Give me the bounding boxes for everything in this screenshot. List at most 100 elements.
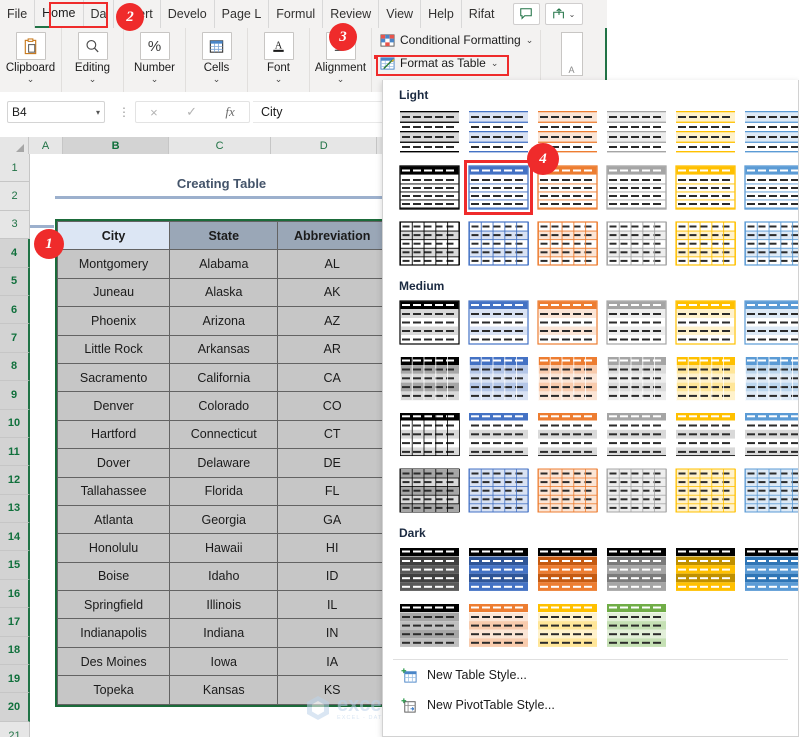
group-number[interactable]: % Number ⌄ [124, 28, 186, 92]
row-header-17[interactable]: 17 [0, 608, 30, 637]
table-header-cell[interactable]: City [56, 220, 171, 251]
conditional-formatting-button[interactable]: Conditional Formatting ⌄ [378, 30, 538, 50]
table-cell[interactable]: DE [277, 448, 387, 478]
table-cell[interactable]: Hartford [56, 419, 171, 450]
group-cells[interactable]: Cells ⌄ [186, 28, 248, 92]
row-header-6[interactable]: 6 [0, 295, 30, 325]
chevron-down-icon[interactable]: ▾ [96, 108, 100, 117]
table-style-thumbnail[interactable] [537, 299, 598, 346]
table-cell[interactable]: Phoenix [56, 306, 171, 336]
table-cell[interactable]: Colorado [169, 391, 279, 421]
group-clipboard[interactable]: Clipboard ⌄ [0, 28, 62, 92]
column-header-C[interactable]: C [168, 137, 272, 154]
table-cell[interactable]: Hawaii [169, 533, 279, 563]
tab-developer[interactable]: Develo [161, 0, 215, 28]
table-style-thumbnail[interactable] [537, 546, 598, 593]
table-cell[interactable]: Arizona [169, 306, 279, 336]
row-header-9[interactable]: 9 [0, 381, 30, 410]
table-style-thumbnail[interactable] [399, 546, 460, 593]
row-header-7[interactable]: 7 [0, 324, 30, 353]
table-style-thumbnail[interactable] [468, 411, 529, 458]
table-style-thumbnail[interactable] [606, 299, 667, 346]
table-cell[interactable]: Montgomery [56, 249, 171, 279]
table-cell[interactable]: CA [277, 362, 387, 393]
table-cell[interactable]: Alabama [169, 249, 279, 279]
table-style-thumbnail[interactable] [675, 411, 736, 458]
table-style-thumbnail[interactable] [537, 220, 598, 267]
chevron-down-icon[interactable]: ⌄ [89, 75, 97, 84]
table-style-thumbnail[interactable] [537, 467, 598, 514]
sheet-title[interactable]: Creating Table [55, 168, 388, 198]
table-style-thumbnail[interactable] [468, 355, 529, 402]
table-cell[interactable]: CT [277, 419, 387, 450]
cancel-icon[interactable]: × [150, 105, 158, 120]
table-style-thumbnail[interactable] [399, 108, 460, 155]
table-cell[interactable]: Indiana [169, 618, 279, 648]
table-style-thumbnail[interactable] [744, 355, 798, 402]
chevron-down-icon[interactable]: ⌄ [27, 75, 35, 84]
chevron-down-icon[interactable]: ⌄ [213, 75, 221, 84]
table-style-thumbnail[interactable] [606, 467, 667, 514]
select-all-button[interactable] [0, 137, 29, 154]
table-cell[interactable]: Connecticut [169, 419, 279, 450]
table-style-thumbnail[interactable] [537, 411, 598, 458]
row-header-11[interactable]: 11 [0, 437, 30, 467]
group-font[interactable]: A Font ⌄ [248, 28, 310, 92]
table-cell[interactable]: Little Rock [56, 334, 171, 364]
table-cell[interactable]: Georgia [169, 504, 279, 535]
tab-review[interactable]: Review [323, 0, 380, 28]
cells-button[interactable] [201, 32, 232, 60]
tab-view[interactable]: View [379, 0, 422, 28]
table-style-thumbnail[interactable] [468, 467, 529, 514]
font-button[interactable]: A [263, 32, 294, 60]
table-style-thumbnail[interactable] [675, 546, 736, 593]
row-header-1[interactable]: 1 [0, 154, 30, 183]
table-header-cell[interactable]: Abbreviation [277, 220, 387, 251]
table-style-thumbnail[interactable] [606, 220, 667, 267]
row-header-14[interactable]: 14 [0, 523, 30, 552]
row-header-18[interactable]: 18 [0, 636, 30, 666]
table-cell[interactable]: Florida [169, 476, 279, 506]
table-cell[interactable]: Sacramento [56, 362, 171, 393]
table-cell[interactable]: Idaho [169, 561, 279, 592]
row-header-16[interactable]: 16 [0, 579, 30, 609]
row-header-5[interactable]: 5 [0, 267, 30, 296]
table-style-thumbnail[interactable] [399, 299, 460, 346]
tab-page-layout[interactable]: Page L [215, 0, 270, 28]
table-cell[interactable]: AK [277, 277, 387, 308]
table-style-thumbnail[interactable] [468, 220, 529, 267]
table-cell[interactable]: CO [277, 391, 387, 421]
table-cell[interactable]: Illinois [169, 590, 279, 620]
table-cell[interactable]: ID [277, 561, 387, 592]
name-box[interactable]: B4 ▾ [7, 101, 105, 123]
table-cell[interactable]: Topeka [56, 675, 171, 705]
table-cell[interactable]: IL [277, 590, 387, 620]
table-style-thumbnail[interactable] [744, 411, 798, 458]
row-header-15[interactable]: 15 [0, 551, 30, 580]
table-style-thumbnail[interactable] [744, 467, 798, 514]
row-header-13[interactable]: 13 [0, 494, 30, 524]
table-style-thumbnail[interactable] [744, 164, 798, 211]
table-style-thumbnail[interactable] [606, 602, 667, 649]
table-style-thumbnail[interactable] [399, 164, 460, 211]
table-style-thumbnail[interactable] [537, 355, 598, 402]
row-header-4[interactable]: 4 [0, 239, 30, 268]
table-cell[interactable]: GA [277, 504, 387, 535]
table-style-thumbnail[interactable] [606, 108, 667, 155]
table-style-thumbnail[interactable] [464, 160, 533, 215]
table-style-thumbnail[interactable] [675, 355, 736, 402]
group-editing[interactable]: Editing ⌄ [62, 28, 124, 92]
table-cell[interactable]: AZ [277, 306, 387, 336]
tab-help[interactable]: Help [421, 0, 462, 28]
editing-button[interactable] [77, 32, 108, 60]
table-style-thumbnail[interactable] [744, 108, 798, 155]
comments-button[interactable] [512, 3, 540, 25]
table-cell[interactable]: HI [277, 533, 387, 563]
row-header-21[interactable]: 21 [0, 721, 30, 737]
table-style-thumbnail[interactable] [468, 299, 529, 346]
table-style-thumbnail[interactable] [675, 164, 736, 211]
table-cell[interactable]: IN [277, 618, 387, 648]
table-style-thumbnail[interactable] [606, 411, 667, 458]
chevron-down-icon[interactable]: ⌄ [526, 35, 534, 46]
row-header-8[interactable]: 8 [0, 352, 30, 382]
